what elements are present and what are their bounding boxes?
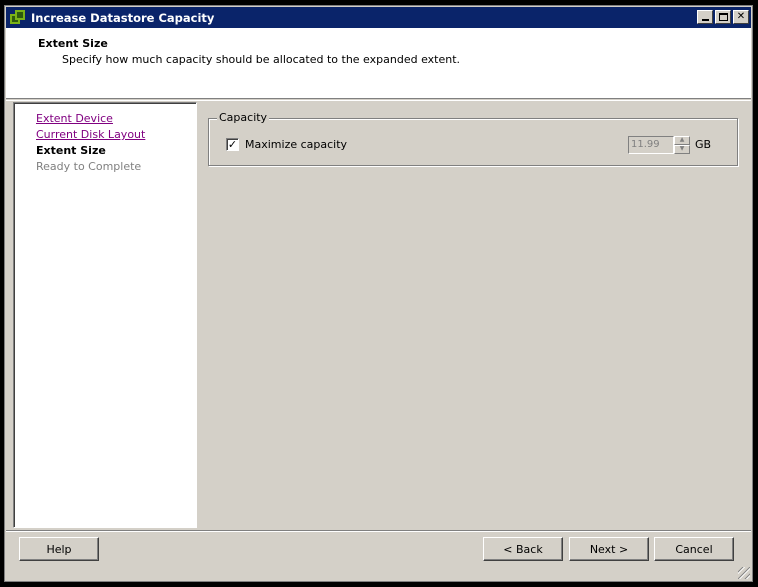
maximize-icon (718, 13, 728, 21)
maximize-capacity-label[interactable]: Maximize capacity (245, 138, 347, 151)
maximize-button[interactable] (715, 10, 731, 24)
page-subtitle: Specify how much capacity should be allo… (62, 53, 461, 66)
minimize-button[interactable] (697, 10, 713, 24)
spinner-down-button[interactable]: ▼ (674, 145, 690, 154)
datastore-app-icon (10, 9, 26, 26)
maximize-capacity-checkbox[interactable]: ✓ (226, 138, 239, 151)
capacity-groupbox: Capacity ✓ Maximize capacity 11.99 ▲ ▼ G… (208, 111, 738, 166)
next-button[interactable]: Next > (569, 537, 649, 561)
close-icon: ✕ (736, 11, 746, 22)
wizard-content: Capacity ✓ Maximize capacity 11.99 ▲ ▼ G… (199, 102, 749, 528)
capacity-group-label: Capacity (217, 111, 270, 124)
capacity-spinner: 11.99 ▲ ▼ (628, 136, 690, 154)
wizard-header: Extent Size Specify how much capacity sh… (6, 28, 751, 99)
arrow-up-icon: ▲ (679, 136, 685, 143)
wizard-window: Increase Datastore Capacity ✕ Extent Siz… (4, 5, 753, 582)
nav-step-extent-device[interactable]: Extent Device (36, 112, 113, 125)
capacity-unit-label: GB (695, 138, 712, 151)
footer-divider (6, 530, 751, 532)
back-button[interactable]: < Back (483, 537, 563, 561)
close-button[interactable]: ✕ (733, 10, 749, 24)
cancel-button[interactable]: Cancel (654, 537, 734, 561)
nav-step-current-disk-layout[interactable]: Current Disk Layout (36, 128, 145, 141)
help-button[interactable]: Help (19, 537, 99, 561)
arrow-down-icon: ▼ (679, 145, 685, 152)
nav-step-ready-to-complete: Ready to Complete (36, 160, 142, 173)
minimize-icon (701, 19, 709, 21)
resize-grip-icon[interactable] (738, 567, 750, 579)
nav-step-extent-size: Extent Size (36, 144, 106, 157)
window-title: Increase Datastore Capacity (31, 10, 215, 25)
wizard-step-nav: Extent Device Current Disk Layout Extent… (13, 102, 197, 528)
title-bar[interactable]: Increase Datastore Capacity ✕ (6, 7, 751, 28)
checkmark-icon: ✓ (227, 138, 238, 151)
page-title: Extent Size (38, 37, 108, 50)
capacity-value-field[interactable]: 11.99 (628, 136, 674, 154)
spinner-up-button[interactable]: ▲ (674, 136, 690, 145)
